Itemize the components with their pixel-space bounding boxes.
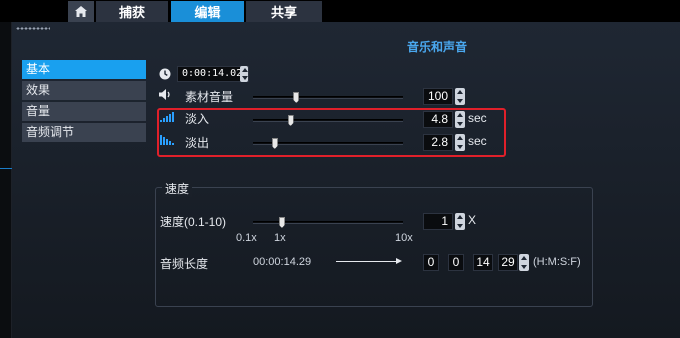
clip-volume-slider[interactable] bbox=[253, 92, 403, 103]
tab-edit[interactable]: 编辑 bbox=[171, 1, 244, 22]
speaker-icon bbox=[159, 89, 170, 100]
options-panel: 音乐和声音 基本 效果 音量 音频调节 0:00:14.029 素材音量 100… bbox=[12, 22, 680, 338]
clip-volume-thumb[interactable] bbox=[293, 92, 300, 103]
clip-volume-label: 素材音量 bbox=[185, 90, 234, 104]
side-nav: 基本 效果 音量 音频调节 bbox=[22, 60, 146, 144]
divider bbox=[0, 168, 12, 169]
clip-volume-spinner[interactable] bbox=[455, 88, 465, 105]
panel-grip-handle[interactable] bbox=[16, 27, 50, 30]
speed-input[interactable]: 1 bbox=[423, 213, 453, 230]
hmsf-format-label: (H:M:S:F) bbox=[533, 256, 581, 268]
clock-icon bbox=[159, 68, 171, 80]
nav-item-basic[interactable]: 基本 bbox=[22, 60, 146, 79]
duration-spinner[interactable] bbox=[519, 254, 529, 271]
hours-field[interactable]: 0 bbox=[423, 254, 439, 271]
nav-item-audio-adjust[interactable]: 音频调节 bbox=[22, 123, 146, 142]
speed-label: 速度(0.1-10) bbox=[160, 215, 227, 229]
audio-duration-label: 音频长度 bbox=[160, 257, 209, 271]
top-tab-bar: 捕获 编辑 共享 bbox=[0, 0, 680, 22]
frames-field[interactable]: 29 bbox=[498, 254, 518, 271]
speed-tick-min: 0.1x bbox=[236, 232, 257, 244]
audio-duration-value: 00:00:14.29 bbox=[253, 256, 312, 268]
left-strip bbox=[0, 22, 12, 338]
clip-volume-input[interactable]: 100 bbox=[423, 88, 453, 105]
home-icon bbox=[75, 6, 87, 17]
minutes-field[interactable]: 0 bbox=[448, 254, 464, 271]
tab-capture[interactable]: 捕获 bbox=[96, 1, 168, 22]
speed-group bbox=[155, 187, 593, 307]
nav-item-volume[interactable]: 音量 bbox=[22, 102, 146, 121]
arrow-right-icon bbox=[336, 258, 402, 264]
seconds-field[interactable]: 14 bbox=[473, 254, 493, 271]
speed-tick-mid: 1x bbox=[274, 232, 286, 244]
highlight-box bbox=[157, 108, 506, 157]
speed-slider[interactable] bbox=[253, 217, 403, 228]
nav-item-effects[interactable]: 效果 bbox=[22, 81, 146, 100]
timecode-spinner[interactable] bbox=[240, 66, 248, 82]
tab-share[interactable]: 共享 bbox=[246, 1, 322, 22]
speed-group-title: 速度 bbox=[162, 180, 193, 197]
speed-tick-max: 10x bbox=[395, 232, 413, 244]
speed-spinner[interactable] bbox=[455, 213, 465, 230]
speed-unit: X bbox=[468, 213, 477, 227]
panel-title: 音乐和声音 bbox=[407, 40, 468, 54]
tab-home[interactable] bbox=[68, 1, 94, 22]
timecode-field[interactable]: 0:00:14.029 bbox=[177, 66, 249, 82]
